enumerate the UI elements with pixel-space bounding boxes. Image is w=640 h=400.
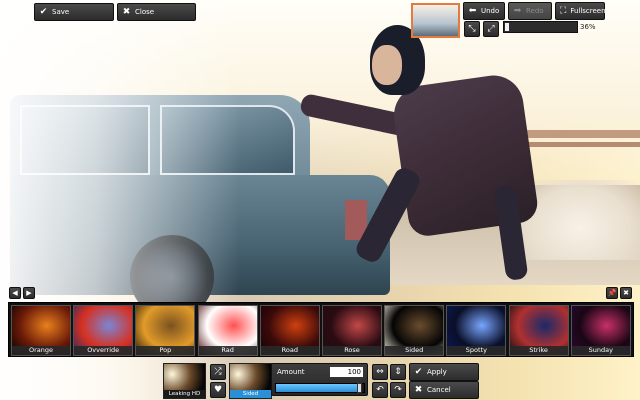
pin-button[interactable]: 📌 — [606, 287, 618, 299]
woman-face — [372, 45, 402, 85]
filter-tile[interactable]: Sided — [384, 305, 445, 356]
filter-strip: Orange Ovverride Pop Rad Road Rose Sided Spotty… — [8, 302, 634, 357]
amount-slider-handle[interactable] — [357, 383, 362, 393]
filter-tile[interactable]: Spotty — [446, 305, 507, 356]
filter-label: Road — [260, 346, 319, 355]
filter-tile[interactable]: Road — [259, 305, 320, 356]
zoom-actual-button[interactable]: ⤢ — [483, 21, 499, 37]
undo-label: Undo — [481, 7, 500, 15]
filter-label: Rose — [323, 346, 381, 355]
light-leak-pack-tile[interactable]: Leaking HD — [163, 363, 206, 399]
filter-label: Sunday — [571, 346, 630, 355]
scroll-right-button[interactable]: ▶ — [23, 287, 35, 299]
expand-icon: ⛶ — [560, 5, 567, 16]
zoom-percent: 36% — [580, 23, 596, 31]
arrow-right-icon: ➡ — [513, 5, 522, 16]
x-icon: ✖ — [623, 289, 629, 297]
save-button[interactable]: ✔ Save — [34, 3, 114, 21]
filter-label: Rad — [198, 346, 257, 355]
amount-slider-fill — [276, 384, 360, 392]
close-label: Close — [135, 8, 155, 16]
filter-tile[interactable]: Rad — [197, 305, 258, 356]
selected-filter-tile[interactable]: Sided — [229, 363, 272, 399]
leaking-label: Leaking HD — [164, 390, 205, 398]
filter-label: Ovverride — [74, 346, 133, 355]
zoom-slider[interactable] — [503, 21, 578, 33]
arrow-left-icon: ◀ — [12, 289, 18, 297]
zoom-fit-button[interactable]: ⤡ — [464, 21, 480, 37]
filter-tile[interactable]: Strike — [508, 305, 569, 356]
close-strip-button[interactable]: ✖ — [620, 287, 632, 299]
close-button[interactable]: ✖ Close — [117, 3, 196, 21]
arrow-left-icon: ⬅ — [468, 5, 477, 16]
filter-label: Pop — [136, 346, 195, 355]
scroll-left-button[interactable]: ◀ — [9, 287, 21, 299]
rotate-left-button[interactable]: ↶ — [372, 382, 388, 398]
flip-horizontal-icon: ⇔ — [376, 367, 384, 377]
redo-button[interactable]: ➡ Redo — [508, 2, 552, 20]
redo-label: Redo — [526, 7, 544, 15]
filter-tile[interactable]: Rose — [322, 305, 382, 356]
filter-label: Sided — [385, 346, 444, 355]
flip-horizontal-button[interactable]: ⇔ — [372, 364, 388, 380]
fit-icon: ⤡ — [468, 24, 476, 34]
flip-vertical-icon: ⇕ — [394, 367, 402, 377]
save-label: Save — [52, 8, 70, 16]
filter-label: Orange — [12, 346, 70, 355]
heart-icon: ♥ — [213, 385, 223, 395]
arrow-right-icon: ▶ — [26, 289, 32, 297]
filter-tile[interactable]: Pop — [135, 305, 196, 356]
filter-tile[interactable]: Orange — [11, 305, 71, 356]
shuffle-button[interactable]: ⤮ — [210, 364, 226, 380]
zoom-slider-fill — [505, 23, 509, 31]
flip-vertical-button[interactable]: ⇕ — [390, 364, 406, 380]
fullscreen-label: Fullscreen — [570, 7, 606, 15]
amount-slider[interactable] — [275, 383, 365, 393]
rotate-left-icon: ↶ — [376, 385, 384, 395]
x-icon: ✖ — [414, 384, 423, 395]
checkmark-icon: ✔ — [414, 366, 423, 377]
fullscreen-button[interactable]: ⛶ Fullscreen — [555, 2, 606, 20]
amount-label: Amount — [277, 368, 305, 376]
x-icon: ✖ — [122, 6, 131, 17]
checkmark-icon: ✔ — [39, 6, 48, 17]
navigator-thumbnail[interactable] — [411, 3, 460, 38]
filter-tile[interactable]: Sunday — [570, 305, 631, 356]
apply-button[interactable]: ✔ Apply — [409, 363, 479, 381]
rotate-right-button[interactable]: ↷ — [390, 382, 406, 398]
selected-label: Sided — [230, 390, 271, 398]
rotate-right-icon: ↷ — [394, 385, 402, 395]
actual-size-icon: ⤢ — [487, 24, 495, 34]
apply-label: Apply — [427, 368, 447, 376]
cancel-label: Cancel — [427, 386, 451, 394]
favorite-button[interactable]: ♥ — [210, 382, 226, 398]
cancel-button[interactable]: ✖ Cancel — [409, 381, 479, 399]
photo-woman — [299, 25, 560, 282]
undo-button[interactable]: ⬅ Undo — [463, 2, 505, 20]
filter-tile[interactable]: Ovverride — [73, 305, 134, 356]
filter-label: Strike — [509, 346, 568, 355]
amount-value-input[interactable]: 100 — [330, 367, 363, 377]
amount-panel: Amount 100 — [271, 363, 368, 396]
pin-icon: 📌 — [607, 289, 617, 297]
filter-label: Spotty — [447, 346, 506, 355]
shuffle-icon: ⤮ — [214, 367, 222, 377]
